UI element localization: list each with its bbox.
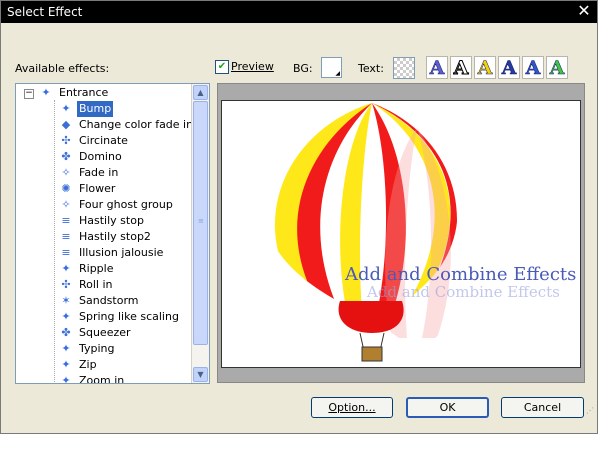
tree-item-label: Typing xyxy=(79,342,115,355)
tree-item-label: Roll in xyxy=(79,278,113,291)
tree-item-label: Zoom in xyxy=(79,374,125,384)
tree-item-label: Ripple xyxy=(79,262,114,275)
effect-icon: ✤ xyxy=(61,150,71,163)
balloon-illustration: Add and Combine Effects Add and Combine … xyxy=(264,103,576,362)
tree-item[interactable]: ✧ Four ghost group xyxy=(58,197,175,213)
available-effects-label: Available effects: xyxy=(15,62,110,75)
tree-item-label: Sandstorm xyxy=(79,294,139,307)
tree-item[interactable]: ✦ Zoom in xyxy=(58,373,126,384)
tree-item[interactable]: ✶ Sandstorm xyxy=(58,293,141,309)
preview-ghost-text: Add and Combine Effects xyxy=(366,283,560,301)
preview-area: Add and Combine Effects Add and Combine … xyxy=(217,83,585,383)
tree-guide-line xyxy=(54,100,55,383)
effect-icon: ✣ xyxy=(61,134,71,147)
effects-tree[interactable]: − ✦ Entrance ✦ Bump ◆ Change color fade in ✣ C… xyxy=(15,83,210,384)
close-icon[interactable]: ✕ xyxy=(575,2,593,20)
tree-item-label: Spring like scaling xyxy=(79,310,179,323)
text-style-dark-blue-button[interactable]: A xyxy=(498,56,520,79)
tree-item[interactable]: ≡ Hastily stop2 xyxy=(58,229,153,245)
tree-item[interactable]: ✺ Flower xyxy=(58,181,117,197)
text-style-blue-shadow-button[interactable]: A xyxy=(522,56,544,79)
tree-item[interactable]: ≡ Illusion jalousie xyxy=(58,245,165,261)
collapse-icon[interactable]: − xyxy=(24,89,34,99)
tree-item[interactable]: ✤ Domino xyxy=(58,149,124,165)
effect-icon: ✦ xyxy=(61,358,71,371)
preview-checkbox[interactable]: ✔ xyxy=(215,60,229,74)
scroll-up-button[interactable]: ▲ xyxy=(193,85,208,100)
tree-item-label: Fade in xyxy=(79,166,119,179)
bg-color-picker[interactable]: ◢ xyxy=(321,57,342,78)
effect-icon: ≡ xyxy=(61,214,71,227)
tree-item[interactable]: ✦ Bump xyxy=(58,101,114,117)
tree-item-label: Squeezer xyxy=(79,326,131,339)
ok-button[interactable]: OK xyxy=(406,397,489,418)
scroll-down-button[interactable]: ▼ xyxy=(193,367,208,382)
tree-item-label: Bump xyxy=(77,101,114,117)
tree-item-label: Change color fade in xyxy=(79,118,194,131)
tree-item[interactable]: ✤ Squeezer xyxy=(58,325,133,341)
text-label: Text: xyxy=(358,62,384,75)
effect-icon: ✦ xyxy=(61,262,71,275)
preview-label: Preview xyxy=(231,60,274,73)
effect-icon: ✦ xyxy=(61,342,71,355)
tree-item-label: Circinate xyxy=(79,134,128,147)
tree-item[interactable]: ✦ Typing xyxy=(58,341,117,357)
effect-icon: ✣ xyxy=(61,278,71,291)
text-style-rainbow-button[interactable]: A xyxy=(546,56,568,79)
tree-item[interactable]: ◆ Change color fade in xyxy=(58,117,195,133)
entrance-effect-icon: ✦ xyxy=(41,86,51,99)
tree-item[interactable]: ✣ Roll in xyxy=(58,277,115,293)
tree-item[interactable]: ≡ Hastily stop xyxy=(58,213,146,229)
option-button[interactable]: Option... xyxy=(311,397,393,418)
tree-item[interactable]: ✦ Zip xyxy=(58,357,99,373)
effect-icon: ✺ xyxy=(61,182,71,195)
text-style-outline-blue-button[interactable]: A xyxy=(426,56,448,79)
effect-icon: ≡ xyxy=(61,230,71,243)
title-bar: Select Effect ✕ xyxy=(1,1,597,23)
bg-label: BG: xyxy=(293,62,313,75)
cancel-button[interactable]: Cancel xyxy=(501,397,584,418)
preview-sample-text: Add and Combine Effects xyxy=(344,264,576,285)
effect-icon: ✧ xyxy=(61,166,71,179)
tree-item-label: Domino xyxy=(79,150,122,163)
resize-grip-icon[interactable]: ⋰ xyxy=(586,406,594,415)
effect-icon: ✦ xyxy=(61,310,71,323)
tree-item[interactable]: ✣ Circinate xyxy=(58,133,130,149)
tree-item[interactable]: ✦ Spring like scaling xyxy=(58,309,181,325)
tree-item-label: Zip xyxy=(79,358,97,371)
tree-item-label: Illusion jalousie xyxy=(79,246,164,259)
tree-item-label: Flower xyxy=(79,182,116,195)
tree-item-label: Four ghost group xyxy=(79,198,173,211)
tree-node-label: Entrance xyxy=(59,86,109,99)
text-color-picker[interactable] xyxy=(393,57,415,79)
tree-item[interactable]: ✦ Ripple xyxy=(58,261,116,277)
text-style-outline-white-button[interactable]: A xyxy=(450,56,472,80)
select-effect-dialog: Select Effect ✕ Available effects: − ✦ En… xyxy=(0,0,598,434)
tree-item[interactable]: ✧ Fade in xyxy=(58,165,120,181)
effect-icon: ✦ xyxy=(61,374,71,384)
effect-icon: ◆ xyxy=(61,118,71,131)
effect-icon: ≡ xyxy=(61,246,71,259)
tree-scrollbar[interactable]: ▲ ≡ ▼ xyxy=(191,84,209,383)
effect-icon: ✶ xyxy=(61,294,71,307)
dialog-title: Select Effect xyxy=(7,5,83,19)
preview-canvas: Add and Combine Effects Add and Combine … xyxy=(221,100,581,368)
effect-icon: ✧ xyxy=(61,198,71,211)
scrollbar-thumb[interactable]: ≡ xyxy=(193,101,208,345)
tree-item-label: Hastily stop2 xyxy=(79,230,151,243)
tree-item-label: Hastily stop xyxy=(79,214,144,227)
effect-icon: ✤ xyxy=(61,326,71,339)
text-style-yellow-button[interactable]: A xyxy=(474,56,496,79)
effect-icon: ✦ xyxy=(61,102,71,115)
